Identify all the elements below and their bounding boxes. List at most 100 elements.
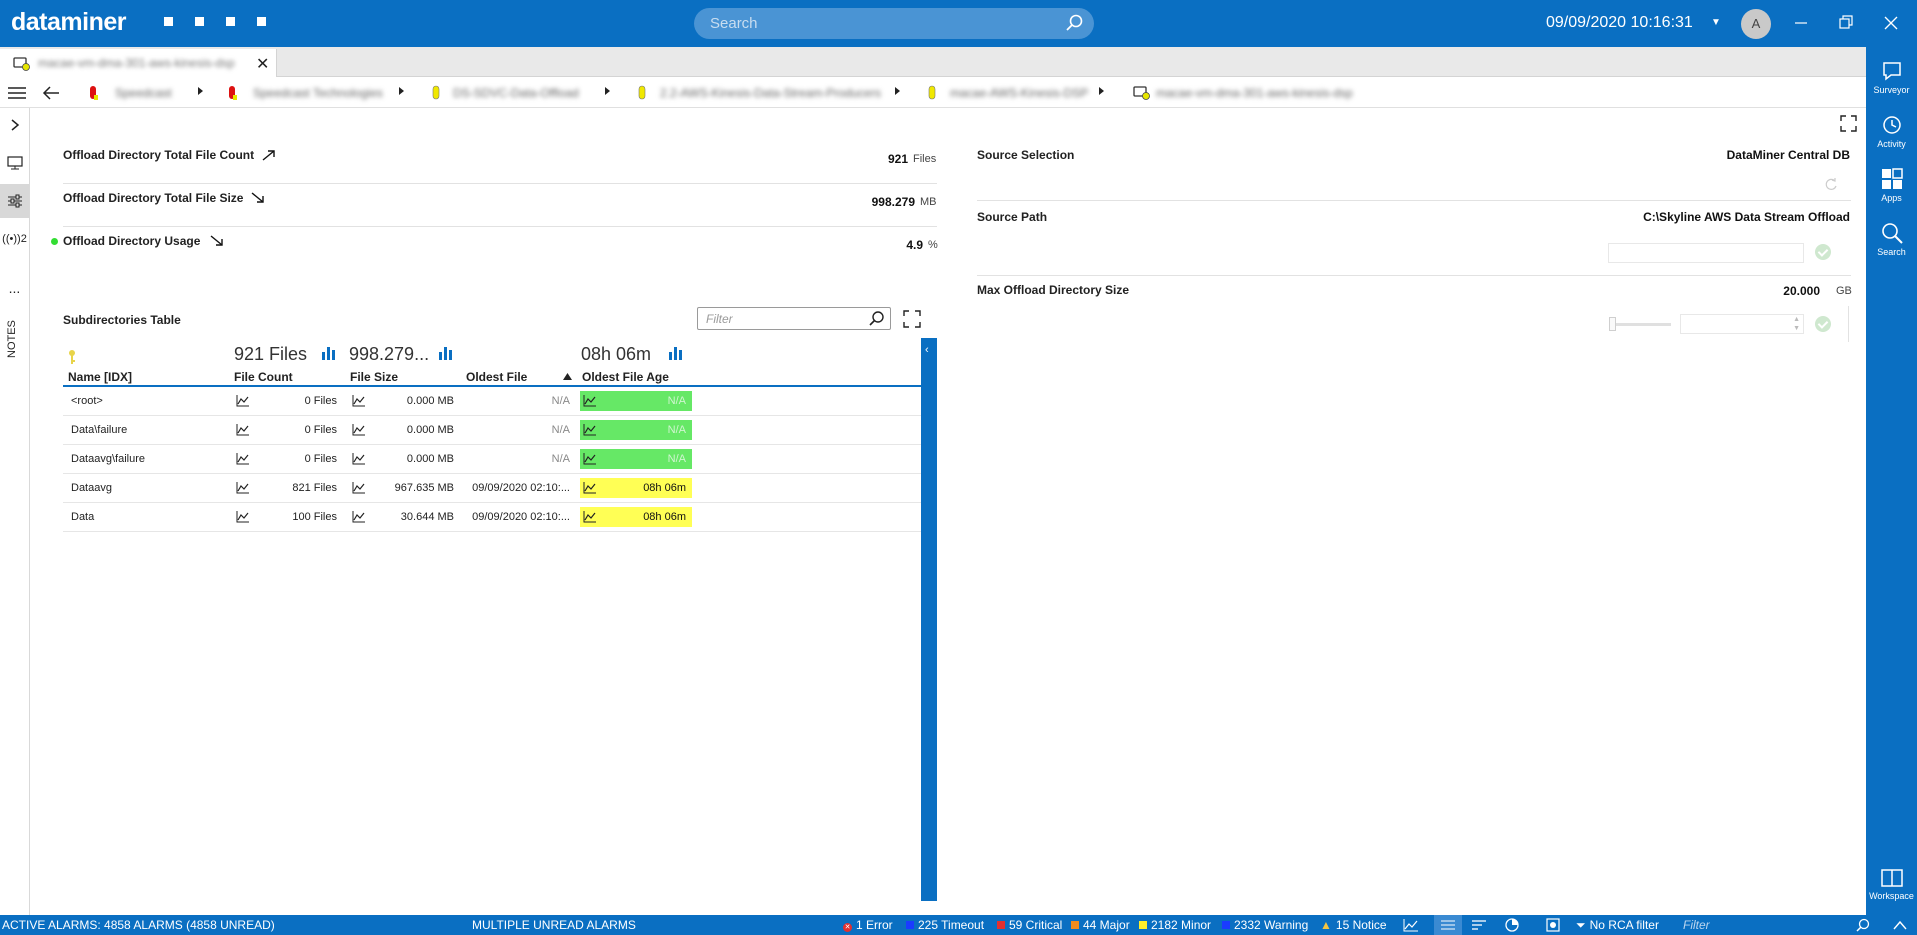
max-size-slider-track[interactable] <box>1611 323 1671 326</box>
warning-count[interactable]: 2332 Warning <box>1222 918 1308 932</box>
error-count[interactable]: ✕ 1 Error <box>843 918 893 932</box>
list-view-button[interactable] <box>1434 915 1462 935</box>
trend-chart-icon[interactable] <box>236 510 250 523</box>
more-options-icon[interactable]: ... <box>0 280 29 296</box>
trend-chart-icon[interactable] <box>583 481 597 494</box>
column-oldest-age-header[interactable]: Oldest File Age <box>582 370 669 384</box>
trend-chart-icon[interactable] <box>352 481 366 494</box>
timeout-count[interactable]: 225 Timeout <box>906 918 984 932</box>
column-file-count-header[interactable]: File Count <box>234 370 293 384</box>
expand-chevron-icon[interactable] <box>0 118 29 135</box>
alarm-filter-input[interactable]: Filter <box>1674 917 1874 933</box>
sort-ascending-icon[interactable] <box>563 373 572 380</box>
monitor-icon[interactable] <box>0 156 29 173</box>
trend-chart-icon[interactable] <box>236 423 250 436</box>
bar-chart-icon[interactable] <box>321 345 337 361</box>
table-row[interactable]: Dataavg\failure 0 Files 0.000 MB N/A N/A <box>63 445 921 474</box>
column-name-header[interactable]: Name [IDX] <box>68 370 132 384</box>
restore-icon[interactable] <box>1835 12 1857 34</box>
trend-chart-icon[interactable] <box>236 452 250 465</box>
source-path-apply-check-icon[interactable] <box>1815 244 1831 260</box>
source-path-input[interactable] <box>1608 243 1804 263</box>
activity-button[interactable]: Activity <box>1866 113 1917 149</box>
trend-chart-icon[interactable] <box>583 510 597 523</box>
crumb-ds-sdvc[interactable]: DS-SDVC-Data-Offload <box>453 86 579 100</box>
surveyor-button[interactable]: Surveyor <box>1866 59 1917 95</box>
bar-chart-icon[interactable] <box>668 345 684 361</box>
global-search-input[interactable]: Search <box>694 8 1094 39</box>
table-row[interactable]: Dataavg 821 Files 967.635 MB 09/09/2020 … <box>63 474 921 503</box>
filter-search-icon[interactable] <box>868 310 886 331</box>
trend-chart-icon[interactable] <box>352 452 366 465</box>
refresh-icon[interactable] <box>1824 177 1838 191</box>
trend-chart-icon[interactable] <box>236 481 250 494</box>
sort-icon[interactable] <box>1472 919 1486 931</box>
dot-1[interactable] <box>164 17 173 26</box>
back-arrow-icon[interactable] <box>42 85 60 101</box>
critical-count[interactable]: 59 Critical <box>997 918 1062 932</box>
param-file-count-label[interactable]: Offload Directory Total File Count <box>63 148 254 162</box>
notice-count[interactable]: ▲ 15 Notice <box>1320 918 1387 932</box>
column-oldest-file-header[interactable]: Oldest File <box>466 370 527 384</box>
table-detail-pane-toggle[interactable]: ‹ <box>921 338 937 901</box>
search-icon[interactable] <box>1064 13 1084 36</box>
max-size-slider-thumb[interactable] <box>1609 317 1616 331</box>
search-rail-button[interactable]: Search <box>1866 221 1917 257</box>
trend-chart-icon[interactable] <box>583 452 597 465</box>
trend-chart-icon[interactable] <box>583 423 597 436</box>
max-size-spinbox[interactable]: ▲ ▼ <box>1680 314 1804 334</box>
max-size-apply-check-icon[interactable] <box>1815 316 1831 332</box>
trend-chart-icon[interactable] <box>352 423 366 436</box>
crumb-speedcast[interactable]: Speedcast <box>115 86 172 100</box>
table-filter-input[interactable]: Filter <box>697 307 891 330</box>
trend-chart-icon[interactable] <box>1403 918 1419 932</box>
signal-count[interactable]: ((•))2 <box>0 233 29 245</box>
fullscreen-table-icon[interactable] <box>903 310 921 328</box>
hamburger-menu-icon[interactable] <box>8 86 26 100</box>
dot-3[interactable] <box>226 17 235 26</box>
table-row[interactable]: Data\failure 0 Files 0.000 MB N/A N/A <box>63 416 921 445</box>
minor-count[interactable]: 2182 Minor <box>1139 918 1211 932</box>
close-window-icon[interactable] <box>1880 12 1902 34</box>
trend-chart-icon[interactable] <box>352 394 366 407</box>
fullscreen-card-icon[interactable] <box>1840 115 1857 132</box>
parameters-sliders-icon[interactable] <box>0 184 29 218</box>
collapse-chevron-icon[interactable]: ‹ <box>925 344 929 356</box>
crumb-element[interactable]: macae-vm-dma-301-aws-kinesis-dsp <box>1156 86 1353 100</box>
dataminer-logo[interactable]: dataminer <box>11 8 126 37</box>
crumb-kinesis-producers[interactable]: 2.2-AWS-Kinesis-Data-Stream-Producers <box>660 86 881 100</box>
trend-chart-icon[interactable] <box>583 394 597 407</box>
multiple-unread-alarms[interactable]: MULTIPLE UNREAD ALARMS <box>472 918 636 932</box>
apps-button[interactable]: Apps <box>1866 167 1917 203</box>
trend-chart-icon[interactable] <box>352 510 366 523</box>
focus-icon[interactable] <box>1546 918 1560 932</box>
column-file-size-header[interactable]: File Size <box>350 370 398 384</box>
user-avatar[interactable]: A <box>1741 9 1771 39</box>
notes-tab[interactable]: NOTES <box>6 320 18 358</box>
minimize-icon[interactable] <box>1790 12 1812 34</box>
source-path-value: C:\Skyline AWS Data Stream Offload <box>1643 210 1850 224</box>
source-selection-value[interactable]: DataMiner Central DB <box>1600 148 1850 162</box>
trend-chart-icon[interactable] <box>236 394 250 407</box>
datetime-dropdown-icon[interactable]: ▼ <box>1711 17 1721 28</box>
table-row[interactable]: Data 100 Files 30.644 MB 09/09/2020 02:1… <box>63 503 921 532</box>
dot-2[interactable] <box>195 17 204 26</box>
active-alarms-summary[interactable]: ACTIVE ALARMS: 4858 ALARMS (4858 UNREAD) <box>2 918 275 932</box>
workspace-button[interactable]: Workspace <box>1866 867 1917 901</box>
crumb-kinesis-dsp[interactable]: macae-AWS-Kinesis-DSP <box>950 86 1088 100</box>
crumb-speedcast-technologies[interactable]: Speedcast Technologies <box>253 86 383 100</box>
rca-filter[interactable]: ⏷ No RCA filter <box>1576 918 1659 933</box>
alarm-filter-search-icon[interactable] <box>1856 918 1870 932</box>
pie-chart-icon[interactable] <box>1505 918 1519 932</box>
major-count[interactable]: 44 Major <box>1071 918 1130 932</box>
param-usage-label[interactable]: Offload Directory Usage <box>63 234 200 248</box>
table-row[interactable]: <root> 0 Files 0.000 MB N/A N/A <box>63 387 921 416</box>
error-count-label: 1 Error <box>856 918 893 932</box>
expand-alarms-icon[interactable] <box>1893 920 1907 930</box>
spin-arrows-icon[interactable]: ▲ ▼ <box>1793 315 1800 333</box>
dot-4[interactable] <box>257 17 266 26</box>
card-tab[interactable]: macae-vm-dma-301-aws-kinesis-dsp ✕ <box>0 49 277 77</box>
bar-chart-icon[interactable] <box>438 345 454 361</box>
close-tab-icon[interactable]: ✕ <box>256 54 269 74</box>
param-file-size-label[interactable]: Offload Directory Total File Size <box>63 191 243 205</box>
